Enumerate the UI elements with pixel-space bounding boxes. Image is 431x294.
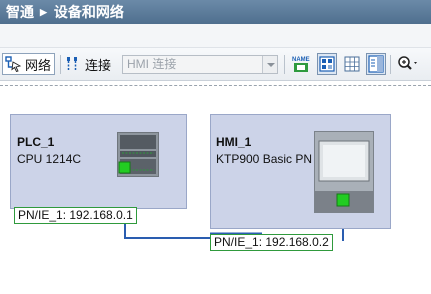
device-type: KTP900 Basic PN: [216, 152, 313, 166]
device-name: PLC_1: [17, 135, 55, 149]
plc-icon: [117, 132, 159, 177]
hmi-interface-label[interactable]: PN/IE_1: 192.168.0.2: [210, 234, 333, 251]
plc-interface-label[interactable]: PN/IE_1: 192.168.0.1: [14, 207, 137, 224]
device-name: HMI_1: [216, 135, 252, 149]
device-type: CPU 1214C: [17, 152, 82, 166]
devices-and-networks-window: 智通 ▶ 设备和网络 网络 连接 HMI 连接 NAME PLC_1 CPU 1…: [0, 0, 431, 294]
hmi-panel-icon: [314, 131, 374, 213]
device-hmi[interactable]: HMI_1 KTP900 Basic PN: [210, 114, 391, 229]
device-plc[interactable]: PLC_1 CPU 1214C: [10, 114, 187, 209]
